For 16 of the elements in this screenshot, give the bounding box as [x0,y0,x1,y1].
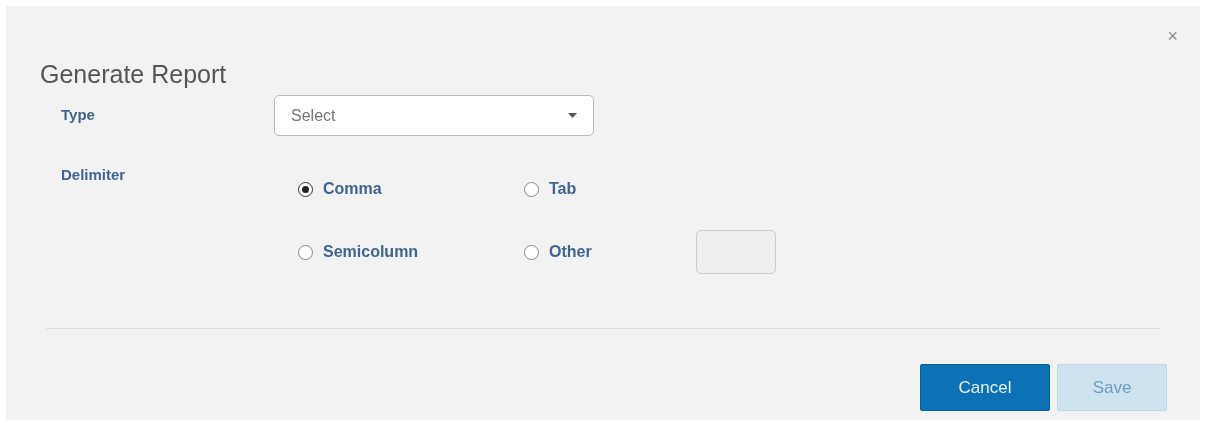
cancel-button[interactable]: Cancel [920,364,1050,411]
radio-option[interactable]: Semicolumn [298,231,419,273]
radio-option[interactable]: Tab [524,168,577,210]
caret-icon [568,113,577,118]
radio-button[interactable] [298,181,313,197]
radio-button[interactable] [524,244,539,260]
delimiter-label: Delimiter [61,166,127,185]
radio-option[interactable]: Comma [298,168,382,210]
type-dropdown[interactable]: Select [274,95,594,136]
radio-button[interactable] [524,181,539,197]
dialog-title: Generate Report [40,59,227,90]
other-delimiter-field[interactable] [696,230,776,274]
radio-button[interactable] [298,244,313,260]
close-button[interactable]: × [1167,26,1178,46]
radio-option[interactable]: Other [524,231,592,273]
type-label: Type [61,105,96,126]
